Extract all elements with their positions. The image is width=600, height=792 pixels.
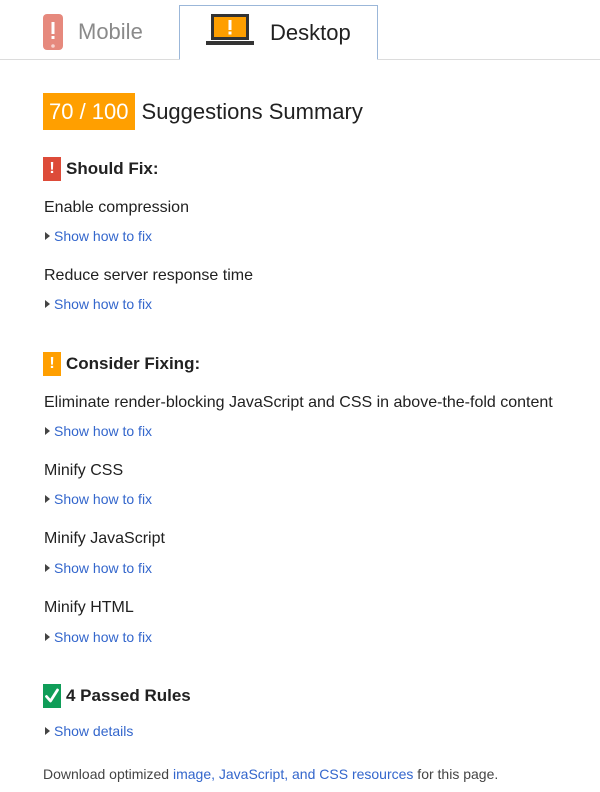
consider-fixing-header: ! Consider Fixing: bbox=[43, 352, 200, 376]
triangle-right-icon bbox=[45, 300, 50, 308]
show-details-link[interactable]: Show details bbox=[44, 723, 133, 739]
download-optimized-note: Download optimized image, JavaScript, an… bbox=[43, 766, 498, 782]
show-details-text[interactable]: Show details bbox=[54, 723, 133, 739]
show-how-to-fix-text[interactable]: Show how to fix bbox=[54, 629, 152, 645]
should-fix-header: ! Should Fix: bbox=[43, 157, 159, 181]
tab-desktop[interactable]: Desktop bbox=[179, 5, 378, 60]
triangle-right-icon bbox=[45, 727, 50, 735]
passed-rules-header: 4 Passed Rules bbox=[43, 684, 191, 708]
show-how-to-fix-link[interactable]: Show how to fix bbox=[44, 560, 152, 576]
rule-minify-html: Minify HTML bbox=[44, 599, 134, 616]
score-summary: 70 / 100 Suggestions Summary bbox=[43, 93, 363, 130]
should-fix-title: Should Fix: bbox=[66, 159, 159, 178]
rule-minify-css: Minify CSS bbox=[44, 462, 124, 479]
triangle-right-icon bbox=[45, 232, 50, 240]
show-how-to-fix-text[interactable]: Show how to fix bbox=[54, 491, 152, 507]
rule-eliminate-render-blocking: Eliminate render-blocking JavaScript and… bbox=[44, 394, 553, 411]
show-how-to-fix-link[interactable]: Show how to fix bbox=[44, 296, 152, 312]
summary-title: Suggestions Summary bbox=[141, 98, 363, 124]
tab-mobile[interactable]: Mobile bbox=[26, 5, 176, 59]
device-tabs: Mobile Desktop bbox=[0, 0, 600, 60]
rule-minify-javascript: Minify JavaScript bbox=[44, 530, 165, 547]
show-how-to-fix-text[interactable]: Show how to fix bbox=[54, 423, 152, 439]
tab-mobile-label: Mobile bbox=[78, 19, 143, 44]
exclamation-icon: ! bbox=[43, 352, 61, 376]
rule-enable-compression: Enable compression bbox=[44, 199, 189, 216]
desktop-warning-icon bbox=[206, 12, 254, 56]
checkmark-icon bbox=[43, 684, 61, 708]
show-how-to-fix-link[interactable]: Show how to fix bbox=[44, 228, 152, 244]
consider-fixing-title: Consider Fixing: bbox=[66, 354, 201, 373]
footer-prefix: Download optimized bbox=[43, 766, 173, 782]
show-how-to-fix-link[interactable]: Show how to fix bbox=[44, 491, 152, 507]
score-badge: 70 / 100 bbox=[43, 93, 135, 130]
show-how-to-fix-text[interactable]: Show how to fix bbox=[54, 560, 152, 576]
triangle-right-icon bbox=[45, 564, 50, 572]
passed-rules-title: 4 Passed Rules bbox=[66, 686, 191, 705]
mobile-warning-icon bbox=[43, 14, 63, 56]
download-resources-link[interactable]: image, JavaScript, and CSS resources bbox=[173, 766, 413, 782]
show-how-to-fix-link[interactable]: Show how to fix bbox=[44, 423, 152, 439]
rule-reduce-server-response-time: Reduce server response time bbox=[44, 267, 253, 284]
show-how-to-fix-link[interactable]: Show how to fix bbox=[44, 629, 152, 645]
show-how-to-fix-text[interactable]: Show how to fix bbox=[54, 228, 152, 244]
triangle-right-icon bbox=[45, 495, 50, 503]
triangle-right-icon bbox=[45, 633, 50, 641]
triangle-right-icon bbox=[45, 427, 50, 435]
tab-desktop-label: Desktop bbox=[270, 20, 351, 45]
exclamation-icon: ! bbox=[43, 157, 61, 181]
show-how-to-fix-text[interactable]: Show how to fix bbox=[54, 296, 152, 312]
footer-suffix: for this page. bbox=[413, 766, 499, 782]
page: Mobile Desktop 70 / 100 Suggestions Summ… bbox=[0, 0, 600, 792]
